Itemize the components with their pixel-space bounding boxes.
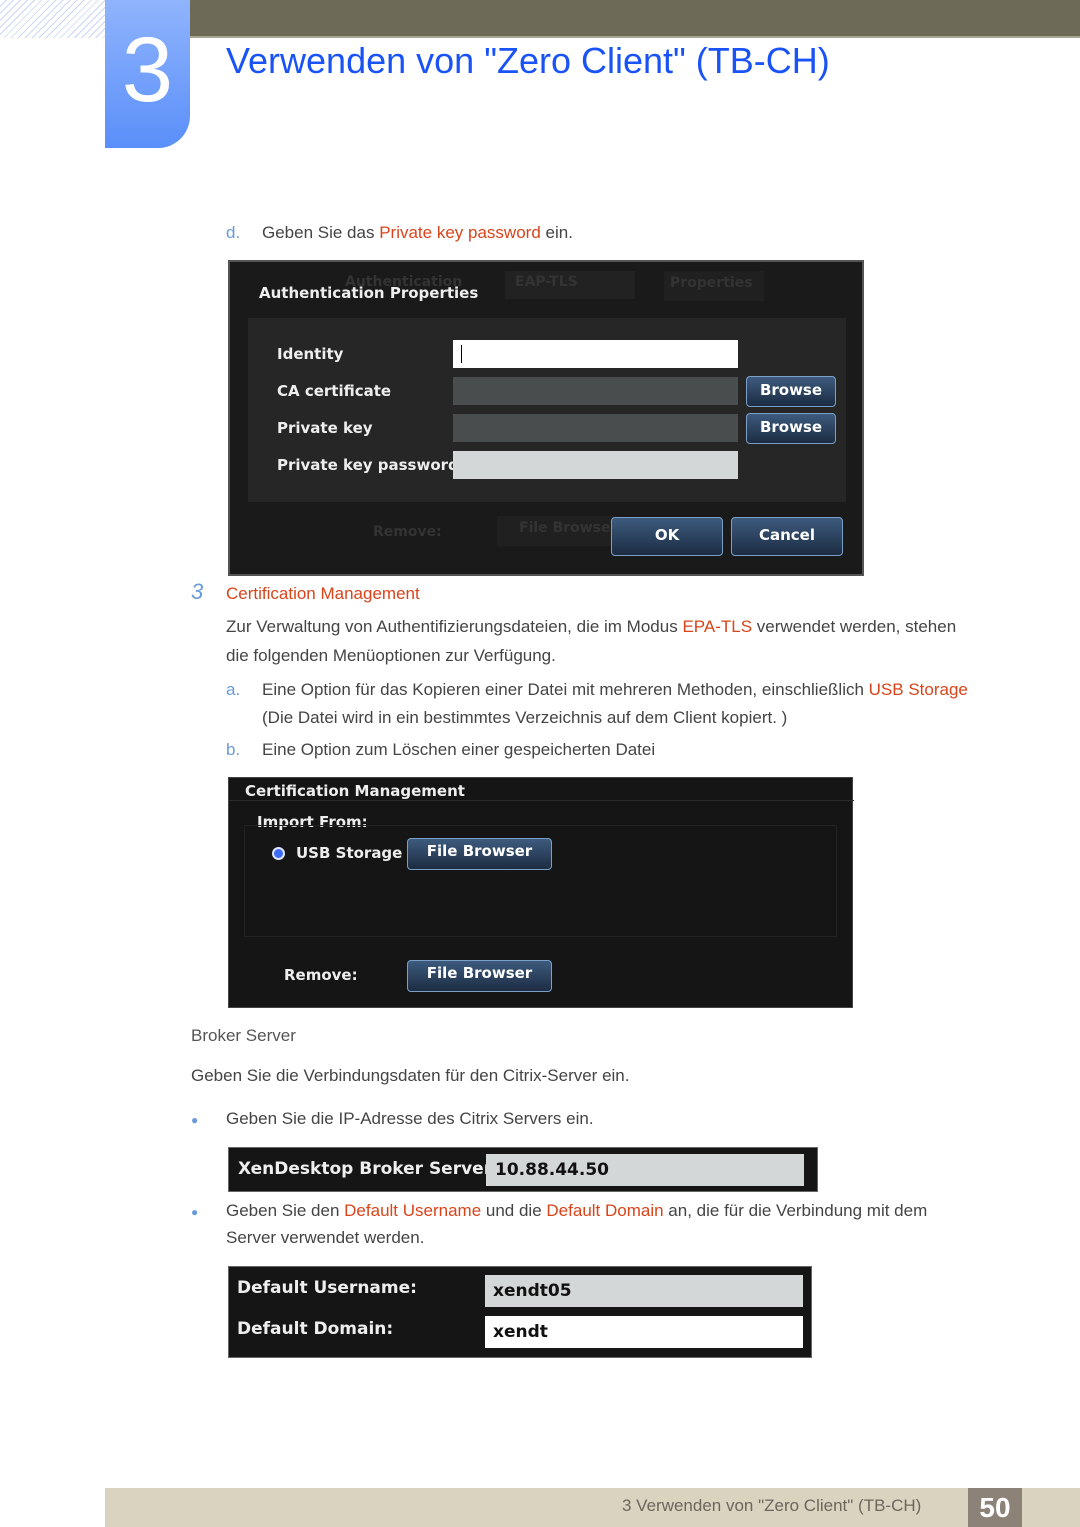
section-paragraph: Zur Verwaltung von Authentifizierungsdat…: [226, 617, 956, 637]
text: Eine Option für das Kopieren einer Datei…: [262, 680, 869, 699]
usb-storage-label: USB Storage: [296, 844, 403, 862]
broker-server-box: XenDesktop Broker Server: 10.88.44.50: [228, 1147, 818, 1192]
certification-management-dialog: Certification Management Import From: US…: [228, 777, 854, 1008]
page-number: 50: [968, 1488, 1022, 1527]
step-d-text: Geben Sie das Private key password ein.: [262, 223, 573, 243]
ca-certificate-browse-button[interactable]: Browse: [746, 376, 836, 407]
default-username-label: Default Username:: [237, 1278, 417, 1298]
background-button: Properties: [664, 271, 764, 301]
text: Geben Sie den: [226, 1201, 345, 1220]
default-domain-input[interactable]: xendt: [485, 1316, 803, 1348]
broker-heading: Broker Server: [191, 1026, 296, 1045]
list-marker: b.: [226, 740, 241, 759]
highlight: Default Username: [344, 1201, 482, 1220]
text: Zur Verwaltung von Authentifizierungsdat…: [226, 617, 683, 636]
section-number: 3: [191, 579, 204, 604]
bullet2-line2: Server verwendet werden.: [226, 1228, 425, 1247]
remove-file-browser-button[interactable]: File Browser: [407, 960, 552, 992]
default-credentials-box: Default Username: xendt05 Default Domain…: [228, 1266, 812, 1358]
list-marker: d.: [226, 223, 241, 242]
text-cursor: [461, 345, 462, 363]
header-bar: [190, 0, 1080, 38]
import-file-browser-button[interactable]: File Browser: [407, 838, 552, 870]
background-text: Remove:: [373, 524, 442, 540]
text: verwendet werden, stehen: [752, 617, 957, 636]
identity-label: Identity: [277, 345, 344, 363]
private-key-browse-button[interactable]: Browse: [746, 413, 836, 444]
list-marker: a.: [226, 680, 241, 699]
step-d: d. Geben Sie das Private key password ei…: [226, 223, 573, 243]
text: ein.: [540, 223, 573, 242]
ca-certificate-input[interactable]: [453, 377, 738, 405]
footer-chapter-text: 3 Verwenden von "Zero Client" (TB-CH): [622, 1496, 922, 1515]
section-heading: Certification Management: [226, 584, 420, 603]
private-key-password-input[interactable]: [453, 451, 738, 479]
background-dropdown: EAP-TLS: [505, 271, 635, 299]
usb-storage-radio[interactable]: [272, 847, 285, 860]
private-key-label: Private key: [277, 419, 373, 437]
authentication-properties-dialog: Authentication EAP-TLS Properties Authen…: [228, 260, 864, 576]
broker-server-input[interactable]: 10.88.44.50: [486, 1154, 804, 1186]
broker-intro: Geben Sie die Verbindungsdaten für den C…: [191, 1066, 630, 1085]
highlight: Private key password: [379, 223, 541, 242]
bullet2-text: Geben Sie den Default Username und die D…: [226, 1201, 927, 1221]
chapter-number: 3: [105, 0, 190, 148]
bullet-icon: ●: [191, 1113, 199, 1127]
highlight: USB Storage: [868, 680, 968, 699]
footer-bar: [105, 1488, 1080, 1527]
item-b-text: Eine Option zum Löschen einer gespeicher…: [262, 740, 656, 759]
cancel-button[interactable]: Cancel: [731, 517, 843, 556]
dialog-title: Certification Management: [245, 782, 465, 800]
bullet-icon: ●: [191, 1205, 199, 1219]
private-key-password-label: Private key password: [277, 456, 459, 474]
highlight: Default Domain: [546, 1201, 664, 1220]
form-panel: Identity CA certificate Browse Private k…: [248, 318, 846, 502]
section-paragraph-line2: die folgenden Menüoptionen zur Verfügung…: [226, 646, 556, 665]
private-key-input[interactable]: [453, 414, 738, 442]
bullet1-text: Geben Sie die IP-Adresse des Citrix Serv…: [226, 1109, 594, 1128]
page-title: Verwenden von "Zero Client" (TB-CH): [226, 40, 830, 81]
identity-input[interactable]: [453, 340, 738, 368]
dialog-title: Authentication Properties: [259, 284, 479, 302]
ca-certificate-label: CA certificate: [277, 382, 392, 400]
default-domain-label: Default Domain:: [237, 1319, 394, 1339]
item-a-line2: (Die Datei wird in ein bestimmtes Verzei…: [262, 708, 788, 727]
divider: [229, 800, 854, 801]
remove-label: Remove:: [284, 966, 358, 984]
background-button: File Browse: [497, 516, 617, 546]
ok-button[interactable]: OK: [611, 517, 723, 556]
default-username-input[interactable]: xendt05: [485, 1275, 803, 1307]
broker-server-label: XenDesktop Broker Server:: [238, 1159, 499, 1179]
header-hatch: [0, 0, 105, 38]
text: und die: [481, 1201, 547, 1220]
item-a-text: Eine Option für das Kopieren einer Datei…: [262, 680, 968, 700]
text: an, die für die Verbindung mit dem: [663, 1201, 928, 1220]
highlight: EPA-TLS: [682, 617, 753, 636]
text: Geben Sie das: [262, 223, 380, 242]
